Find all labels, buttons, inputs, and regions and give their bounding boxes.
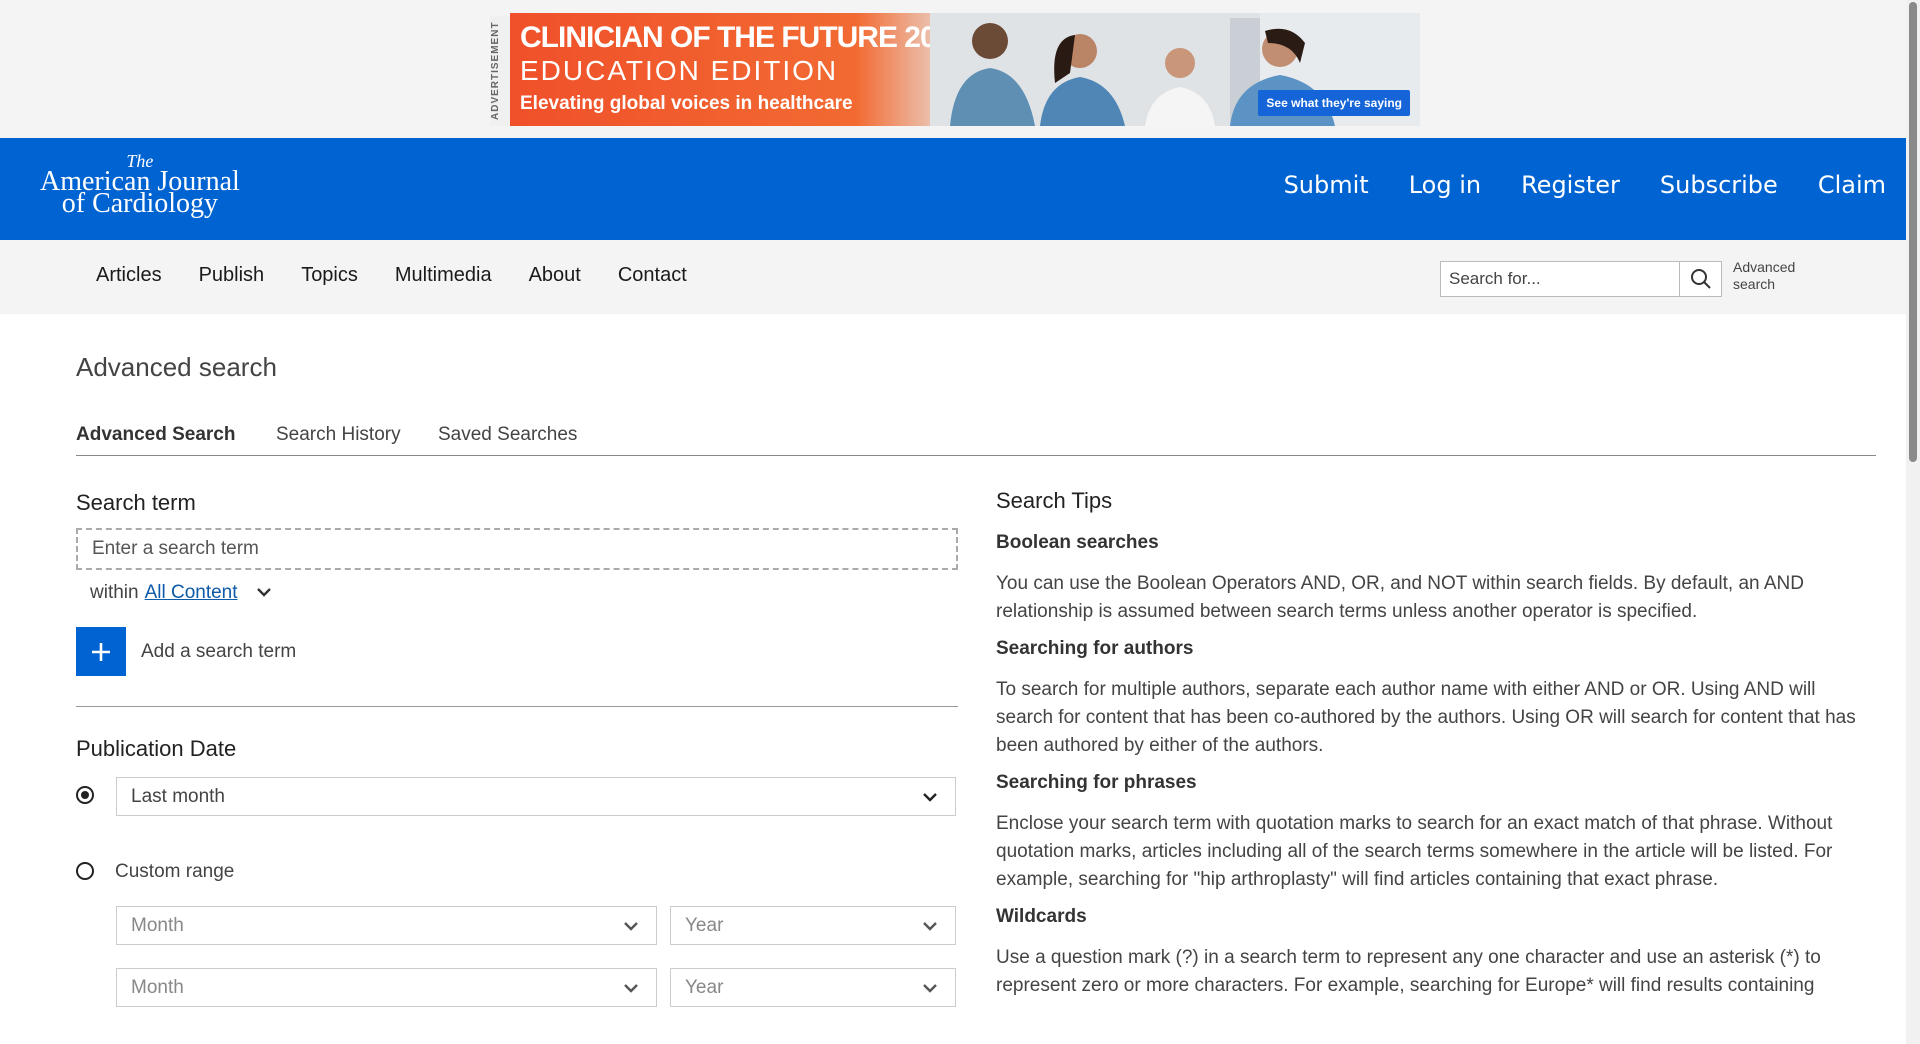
ad-area: ADVERTISEMENT CLINICIAN OF THE FUTURE 20… — [0, 0, 1906, 138]
end-year-value: Year — [685, 976, 724, 998]
tip-text-boolean: You can use the Boolean Operators AND, O… — [996, 573, 1804, 622]
end-year-select[interactable]: Year — [670, 968, 956, 1007]
add-search-term-button[interactable] — [76, 627, 126, 676]
journal-logo[interactable]: The American Journal of Cardiology — [40, 152, 240, 218]
advanced-search-line-1: Advanced — [1733, 259, 1796, 275]
search-term-input[interactable] — [76, 528, 958, 570]
nav-item-contact[interactable]: Contact — [618, 264, 687, 287]
end-month-value: Month — [131, 976, 184, 998]
page-scrollbar[interactable] — [1906, 0, 1920, 1044]
subscribe-link[interactable]: Subscribe — [1660, 171, 1778, 199]
ad-banner[interactable]: CLINICIAN OF THE FUTURE 2023 EDUCATION E… — [510, 13, 1420, 126]
end-month-select[interactable]: Month — [116, 968, 657, 1007]
ad-title: CLINICIAN OF THE FUTURE 2023 — [520, 21, 968, 54]
register-link[interactable]: Register — [1521, 171, 1620, 199]
start-month-value: Month — [131, 914, 184, 936]
chevron-down-icon[interactable] — [250, 583, 278, 603]
nav-item-multimedia[interactable]: Multimedia — [395, 264, 492, 287]
add-search-term-label[interactable]: Add a search term — [141, 641, 296, 663]
page-title: Advanced search — [76, 352, 277, 382]
tip-text-authors: To search for multiple authors, separate… — [996, 679, 1856, 756]
ad-cta-button[interactable]: See what they're saying — [1258, 90, 1410, 116]
publication-date-heading: Publication Date — [76, 736, 237, 761]
chevron-down-icon — [624, 921, 638, 931]
start-year-value: Year — [685, 914, 724, 936]
start-year-select[interactable]: Year — [670, 906, 956, 945]
start-month-select[interactable]: Month — [116, 906, 657, 945]
account-links: Submit Log in Register Subscribe Claim — [1284, 171, 1886, 199]
chevron-down-icon — [923, 792, 937, 802]
ad-subtitle: EDUCATION EDITION — [520, 55, 839, 86]
tab-search-history[interactable]: Search History — [276, 424, 401, 446]
tip-title-authors: Searching for authors — [996, 638, 1194, 659]
ad-label: ADVERTISEMENT — [490, 16, 510, 126]
login-link[interactable]: Log in — [1409, 171, 1481, 199]
logo-line-2: of Cardiology — [61, 188, 219, 219]
nav-item-publish[interactable]: Publish — [199, 264, 265, 287]
ad-tagline: Elevating global voices in healthcare — [520, 93, 853, 114]
tab-advanced-search[interactable]: Advanced Search — [76, 424, 235, 446]
within-label: within — [90, 582, 139, 603]
section-divider — [76, 706, 958, 707]
tip-text-phrases: Enclose your search term with quotation … — [996, 813, 1833, 890]
tip-title-phrases: Searching for phrases — [996, 772, 1197, 793]
quick-search-input[interactable] — [1441, 262, 1679, 296]
nav-item-topics[interactable]: Topics — [301, 264, 358, 287]
search-term-heading: Search term — [76, 490, 196, 515]
chevron-down-icon — [624, 983, 638, 993]
search-button[interactable] — [1679, 262, 1721, 296]
site-header: The American Journal of Cardiology Submi… — [0, 138, 1906, 240]
chevron-down-icon — [923, 983, 937, 993]
tip-text-wildcards: Use a question mark (?) in a search term… — [996, 947, 1821, 996]
chevron-down-icon — [923, 921, 937, 931]
nav-menu: Articles Publish Topics Multimedia About… — [96, 264, 687, 287]
search-tabs: Advanced Search Search History Saved Sea… — [76, 420, 1876, 456]
quick-search — [1440, 261, 1722, 297]
scrollbar-thumb[interactable] — [1909, 2, 1917, 462]
advanced-search-link[interactable]: Advanced search — [1733, 259, 1795, 293]
search-tips: Search Tips Boolean searches You can use… — [996, 488, 1876, 1012]
tip-title-boolean: Boolean searches — [996, 532, 1159, 553]
claim-link[interactable]: Claim — [1818, 171, 1886, 199]
nav-item-articles[interactable]: Articles — [96, 264, 162, 287]
custom-range-label[interactable]: Custom range — [115, 861, 234, 883]
tab-saved-searches[interactable]: Saved Searches — [438, 424, 577, 446]
tip-title-wildcards: Wildcards — [996, 906, 1087, 927]
date-range-value: Last month — [131, 785, 225, 807]
last-month-radio[interactable] — [76, 786, 94, 804]
custom-range-radio[interactable] — [76, 862, 94, 880]
main-nav: Articles Publish Topics Multimedia About… — [0, 240, 1906, 314]
search-tips-heading: Search Tips — [996, 488, 1113, 513]
advanced-search-line-2: search — [1733, 275, 1776, 292]
plus-icon — [92, 642, 110, 661]
within-value[interactable]: All Content — [145, 582, 238, 604]
submit-link[interactable]: Submit — [1284, 171, 1369, 199]
within-selector[interactable]: within All Content — [90, 582, 278, 604]
nav-item-about[interactable]: About — [529, 264, 581, 287]
search-icon — [1690, 269, 1711, 289]
date-range-select[interactable]: Last month — [116, 777, 956, 816]
